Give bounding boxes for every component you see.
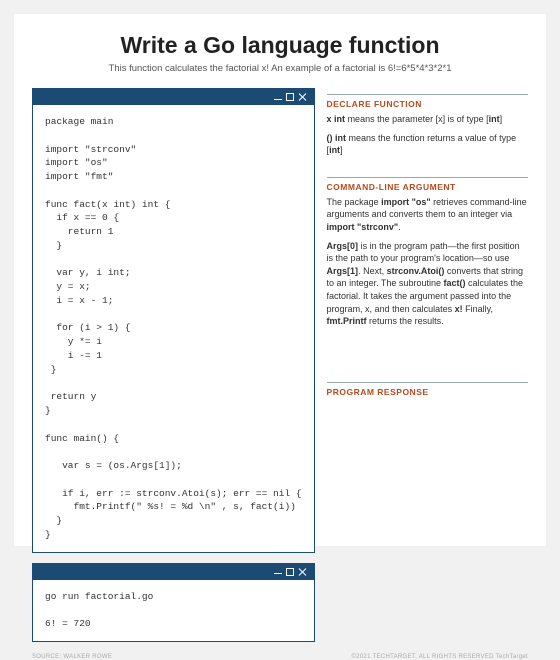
code-body-main: package main import "strconv" import "os… xyxy=(33,105,314,552)
code-column: package main import "strconv" import "os… xyxy=(32,88,315,652)
page-canvas: Write a Go language function This functi… xyxy=(14,14,546,546)
window-titlebar xyxy=(33,89,314,105)
term: Args[1] xyxy=(327,266,359,276)
page-subtitle: This function calculates the factorial x… xyxy=(32,63,528,74)
term: () int xyxy=(327,133,347,143)
minimize-icon xyxy=(274,99,282,100)
term: x! xyxy=(455,304,463,314)
code-window-main: package main import "strconv" import "os… xyxy=(32,88,315,553)
declare-p1: x int means the parameter [x] is of type… xyxy=(327,113,528,126)
term: strconv.Atoi() xyxy=(387,266,445,276)
section-cli: COMMAND-LINE ARGUMENT The package import… xyxy=(327,177,528,328)
text: means the function returns a value of ty… xyxy=(327,133,517,156)
declare-p2: () int means the function returns a valu… xyxy=(327,132,528,157)
cli-p2: Args[0] is in the program path—the first… xyxy=(327,240,528,328)
text: means the parameter [x] is of type [ xyxy=(345,114,489,124)
minimize-icon xyxy=(274,573,282,574)
term: fmt.Printf xyxy=(327,316,367,326)
text: ] xyxy=(340,145,343,155)
divider xyxy=(327,382,528,383)
footer-copyright: ©2021 TECHTARGET. ALL RIGHTS RESERVED Te… xyxy=(351,654,528,660)
page-title: Write a Go language function xyxy=(32,32,528,59)
maximize-icon xyxy=(286,93,294,101)
term: import "os" xyxy=(381,197,431,207)
term: fact() xyxy=(443,278,465,288)
term: int xyxy=(329,145,340,155)
window-titlebar xyxy=(33,564,314,580)
body-cli: The package import "os" retrieves comman… xyxy=(327,196,528,328)
text: The package xyxy=(327,197,382,207)
text: ] xyxy=(500,114,503,124)
term: Args[0] xyxy=(327,241,359,251)
section-response: PROGRAM RESPONSE xyxy=(327,382,528,397)
footer-source: SOURCE: WALKER ROWE xyxy=(32,654,112,660)
heading-cli: COMMAND-LINE ARGUMENT xyxy=(327,182,528,192)
divider xyxy=(327,177,528,178)
cli-p1: The package import "os" retrieves comman… xyxy=(327,196,528,234)
code-body-response: go run factorial.go 6! = 720 xyxy=(33,580,314,641)
text: . xyxy=(398,222,401,232)
term: int xyxy=(489,114,500,124)
annotation-column: DECLARE FUNCTION x int means the paramet… xyxy=(327,88,528,413)
close-icon xyxy=(298,567,308,577)
footer: SOURCE: WALKER ROWE ©2021 TECHTARGET. AL… xyxy=(32,654,528,660)
body-declare: x int means the parameter [x] is of type… xyxy=(327,113,528,157)
text: returns the results. xyxy=(367,316,444,326)
term: x int xyxy=(327,114,346,124)
term: import "strconv" xyxy=(327,222,399,232)
close-icon xyxy=(298,92,308,102)
maximize-icon xyxy=(286,568,294,576)
heading-declare: DECLARE FUNCTION xyxy=(327,99,528,109)
divider xyxy=(327,94,528,95)
code-window-response: go run factorial.go 6! = 720 xyxy=(32,563,315,642)
heading-response: PROGRAM RESPONSE xyxy=(327,387,528,397)
text: . Next, xyxy=(358,266,387,276)
content-row: package main import "strconv" import "os… xyxy=(32,88,528,652)
text: Finally, xyxy=(463,304,493,314)
section-declare: DECLARE FUNCTION x int means the paramet… xyxy=(327,94,528,157)
